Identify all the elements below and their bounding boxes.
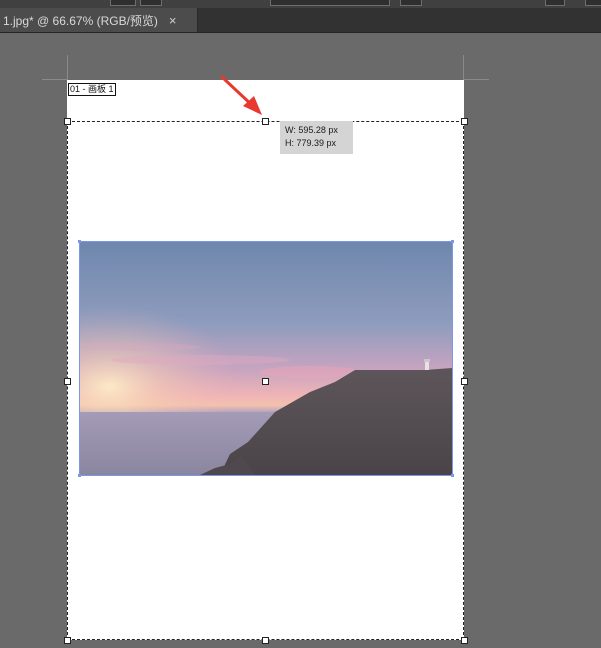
transform-size-tooltip: W: 595.28 px H: 779.39 px bbox=[280, 121, 353, 154]
transform-handle-bottom-left[interactable] bbox=[64, 637, 71, 644]
transform-handle-center[interactable] bbox=[262, 378, 269, 385]
artboard-label[interactable]: 01 - 画板 1 bbox=[68, 83, 116, 96]
artboard-guide bbox=[67, 55, 68, 80]
transform-handle-top-left[interactable] bbox=[64, 118, 71, 125]
canvas-area[interactable]: 01 - 画板 1 W: 595.28 px H: 779.39 px bbox=[0, 0, 601, 648]
transform-handle-top[interactable] bbox=[262, 118, 269, 125]
artboard-guide bbox=[463, 55, 464, 80]
artboard-guide bbox=[464, 79, 489, 80]
tooltip-width: W: 595.28 px bbox=[285, 125, 338, 135]
transform-handle-bottom[interactable] bbox=[262, 637, 269, 644]
transform-handle-right[interactable] bbox=[461, 378, 468, 385]
artboard-guide bbox=[42, 79, 67, 80]
tooltip-height: H: 779.39 px bbox=[285, 138, 337, 148]
transform-handle-bottom-right[interactable] bbox=[461, 637, 468, 644]
transform-handle-top-right[interactable] bbox=[461, 118, 468, 125]
transform-handle-left[interactable] bbox=[64, 378, 71, 385]
